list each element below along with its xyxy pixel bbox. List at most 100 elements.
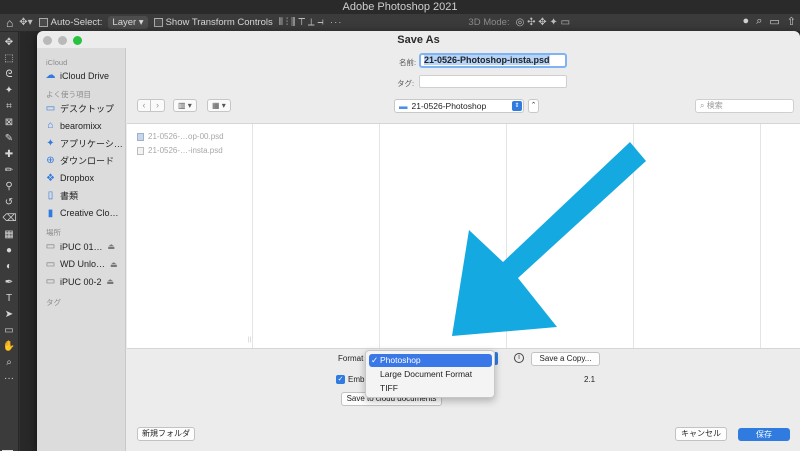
group-view-button[interactable]: ▦ ▾ xyxy=(207,99,231,112)
sidebar-item-label: ダウンロード xyxy=(60,156,115,167)
hand-tool-icon[interactable]: ✋ xyxy=(3,340,16,353)
search-icon: ⌕ xyxy=(700,101,705,110)
file-item[interactable]: 21-0526-…-insta.psd xyxy=(137,146,223,155)
search-field[interactable]: ⌕ 検索 xyxy=(695,99,794,113)
home-icon[interactable]: ⌂ xyxy=(6,16,13,30)
filename-input[interactable]: 21-0526-Photoshop-insta.psd xyxy=(419,53,567,68)
more-tools-icon[interactable]: ··· xyxy=(3,372,16,385)
crop-tool-icon[interactable]: ⌗ xyxy=(3,100,16,113)
show-transform-label: Show Transform Controls xyxy=(165,17,273,28)
checkmark-icon: ✓ xyxy=(336,375,345,384)
sidebar-item-drive-1[interactable]: ▭ iPUC 01… ⏏ xyxy=(37,238,125,256)
cloud-icon: ☁ xyxy=(45,70,56,82)
sidebar-item-applications[interactable]: ✦ アプリケーシ… xyxy=(37,135,125,153)
app-title-bar: Adobe Photoshop 2021 xyxy=(0,0,800,14)
sidebar-item-home[interactable]: ⌂ bearomixx xyxy=(37,117,125,135)
dialog-title: Save As xyxy=(397,34,440,46)
blur-icon[interactable]: ● xyxy=(3,244,16,257)
eyedropper-icon[interactable]: ✎ xyxy=(3,132,16,145)
auto-select-label: Auto-Select: xyxy=(50,17,103,28)
sidebar-item-drive-2[interactable]: ▭ WD Unlo… ⏏ xyxy=(37,256,125,274)
more-options-icon[interactable]: ··· xyxy=(330,17,343,28)
sidebar-item-label: iCloud Drive xyxy=(60,70,110,81)
format-option-photoshop[interactable]: ✓ Photoshop xyxy=(369,354,492,367)
eject-icon[interactable]: ⏏ xyxy=(107,277,115,286)
column-divider[interactable] xyxy=(506,124,507,348)
name-label: 名前: xyxy=(399,58,417,67)
nav-buttons: ‹ › xyxy=(137,99,165,112)
history-brush-icon[interactable]: ↺ xyxy=(3,196,16,209)
format-dropdown-menu: ✓ Photoshop Large Document Format TIFF xyxy=(365,350,495,398)
zoom-tool-icon[interactable]: ⌕ xyxy=(3,356,16,369)
move-tool-icon[interactable]: ✥▾ xyxy=(19,17,32,28)
share-icon[interactable]: ⇧ xyxy=(787,15,796,28)
eraser-icon[interactable]: ⌫ xyxy=(3,212,17,225)
dodge-icon[interactable]: ◐ xyxy=(3,260,16,273)
drive-icon: ▭ xyxy=(45,276,56,288)
back-button[interactable]: ‹ xyxy=(137,99,151,112)
auto-select-checkbox[interactable]: Auto-Select: xyxy=(38,17,103,28)
column-view-button[interactable]: ▥ ▾ xyxy=(173,99,197,112)
3d-mode-label: 3D Mode: xyxy=(468,17,510,28)
align-icons[interactable]: ⫴ ⫶ ⫼ ⊤ ⊥ ⊣ xyxy=(279,17,324,28)
cancel-button[interactable]: キャンセル xyxy=(675,427,727,441)
format-option-tiff[interactable]: TIFF xyxy=(369,382,492,395)
file-name: 21-0526-…-insta.psd xyxy=(148,146,223,155)
sidebar-item-creative-cloud[interactable]: ▮ Creative Clo… xyxy=(37,205,125,223)
stamp-tool-icon[interactable]: ⚲ xyxy=(3,180,16,193)
download-icon: ⊕ xyxy=(46,155,55,167)
grid-view-icon: ▦ xyxy=(212,101,220,110)
show-transform-checkbox[interactable]: Show Transform Controls xyxy=(153,17,273,28)
folder-location-select[interactable]: ▬ 21-0526-Photoshop ⇕ xyxy=(394,99,524,113)
auto-select-value: Layer xyxy=(112,17,137,28)
marquee-tool-icon[interactable]: ⬚ xyxy=(3,52,16,65)
sidebar-item-downloads[interactable]: ⊕ ダウンロード xyxy=(37,152,125,170)
format-select-edge[interactable] xyxy=(495,352,498,365)
format-option-large-document[interactable]: Large Document Format xyxy=(369,368,492,381)
embed-profile-checkbox[interactable]: ✓ Emb xyxy=(336,375,364,384)
sidebar-item-drive-3[interactable]: ▭ iPUC 00-2 ⏏ xyxy=(37,273,125,291)
search-icon[interactable]: ⌕ xyxy=(756,15,762,28)
user-icon[interactable]: ● xyxy=(743,15,750,28)
save-a-copy-button[interactable]: Save a Copy... xyxy=(531,352,600,366)
pen-tool-icon[interactable]: ✒ xyxy=(3,276,16,289)
sidebar: iCloud ☁ iCloud Drive よく使う項目 ▭ デスクトップ ⌂ … xyxy=(37,48,126,451)
dropbox-icon: ❖ xyxy=(46,172,55,184)
info-icon[interactable]: i xyxy=(514,353,524,363)
sidebar-item-desktop[interactable]: ▭ デスクトップ xyxy=(37,100,125,118)
column-divider[interactable] xyxy=(633,124,634,348)
shape-tool-icon[interactable]: ▭ xyxy=(3,324,16,337)
sidebar-item-dropbox[interactable]: ❖ Dropbox xyxy=(37,170,125,188)
column-divider[interactable] xyxy=(379,124,380,348)
updown-chevron-icon: ⇕ xyxy=(512,101,522,111)
sidebar-item-documents[interactable]: ▯ 書類 xyxy=(37,187,125,205)
auto-select-dropdown[interactable]: Layer ▾ xyxy=(108,16,148,29)
gradient-icon[interactable]: ▦ xyxy=(3,228,16,241)
frame-tool-icon[interactable]: ⊠ xyxy=(3,116,16,129)
brush-tool-icon[interactable]: ✏ xyxy=(3,164,16,177)
new-folder-button[interactable]: 新規フォルダ xyxy=(137,427,195,441)
file-item[interactable]: 21-0526-…op-00.psd xyxy=(137,132,224,141)
column-divider[interactable] xyxy=(252,124,253,348)
collapse-button[interactable]: ⌃ xyxy=(528,99,539,113)
magic-wand-icon[interactable]: ✦ xyxy=(3,84,16,97)
save-button[interactable]: 保存 xyxy=(738,428,790,441)
column-resize-handle[interactable]: || xyxy=(248,337,251,343)
type-tool-icon[interactable]: T xyxy=(3,292,16,305)
sidebar-item-icloud-drive[interactable]: ☁ iCloud Drive xyxy=(37,67,125,85)
workspace-icon[interactable]: ▭ xyxy=(769,15,779,28)
eject-icon[interactable]: ⏏ xyxy=(110,260,118,269)
3d-tools-icons[interactable]: ◎ ✣ ✥ ✦ ▭ xyxy=(516,17,570,28)
healing-brush-icon[interactable]: ✚ xyxy=(3,148,16,161)
eject-icon[interactable]: ⏏ xyxy=(108,242,116,251)
move-tool-icon[interactable]: ✥ xyxy=(3,36,16,49)
path-select-icon[interactable]: ➤ xyxy=(3,308,16,321)
tags-input[interactable] xyxy=(419,75,567,88)
column-divider[interactable] xyxy=(760,124,761,348)
sidebar-item-label: bearomixx xyxy=(60,120,102,131)
applications-icon: ✦ xyxy=(46,137,55,149)
format-option-label: TIFF xyxy=(380,383,398,393)
sidebar-section-favorites: よく使う項目 xyxy=(46,89,91,99)
lasso-tool-icon[interactable]: ᘓ xyxy=(3,68,16,81)
forward-button[interactable]: › xyxy=(151,99,165,112)
